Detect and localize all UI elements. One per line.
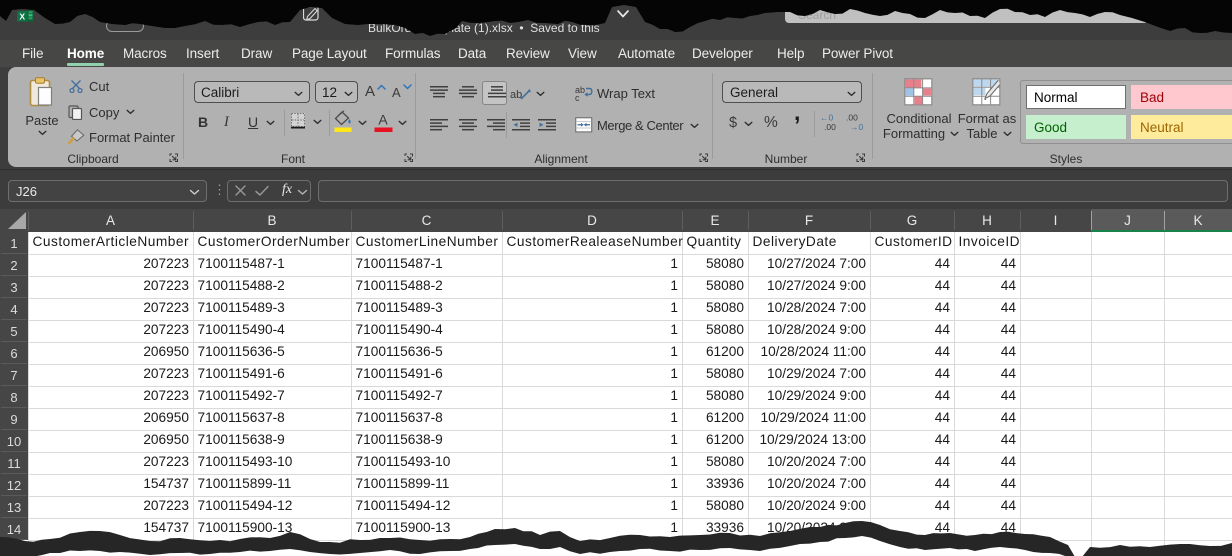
svg-text:A: A: [378, 112, 388, 128]
svg-text:c: c: [575, 93, 580, 101]
svg-text:.00: .00: [824, 122, 836, 131]
svg-text:ab: ab: [510, 89, 522, 101]
svg-text:→0: →0: [850, 122, 864, 131]
